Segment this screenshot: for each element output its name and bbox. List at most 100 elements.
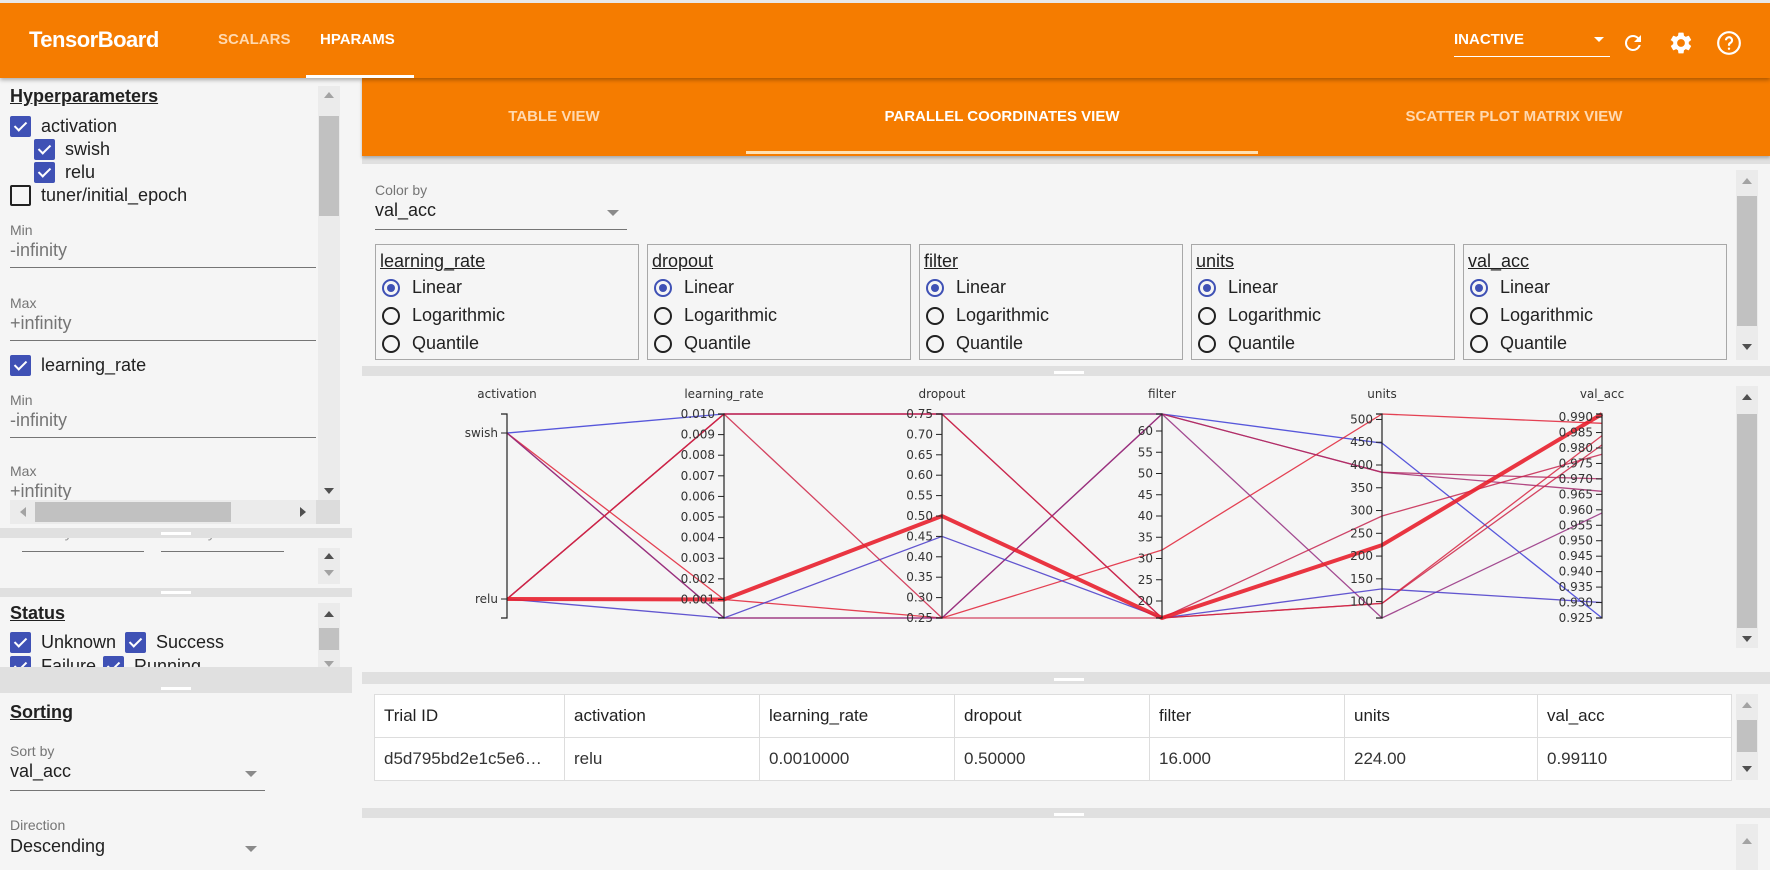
nav-tab-scalars[interactable]: SCALARS bbox=[218, 31, 291, 48]
scroll-down-icon[interactable] bbox=[324, 661, 334, 667]
trial-line[interactable] bbox=[506, 413, 1603, 619]
direction-dropdown[interactable]: Descending bbox=[10, 836, 265, 866]
checkbox-relu[interactable]: relu bbox=[34, 162, 95, 183]
radio-linear[interactable]: Linear bbox=[1198, 277, 1278, 298]
dropout-cell: 0.50000 bbox=[954, 737, 1150, 781]
scrollbar-thumb[interactable] bbox=[1737, 196, 1757, 326]
options-vertical-scrollbar[interactable] bbox=[1736, 170, 1758, 360]
settings-button[interactable] bbox=[1667, 29, 1695, 57]
checkbox-status-success[interactable]: Success bbox=[125, 632, 224, 653]
scroll-down-icon[interactable] bbox=[1742, 344, 1752, 350]
radio-logarithmic[interactable]: Logarithmic bbox=[926, 305, 1049, 326]
lr-min-input[interactable]: -infinity bbox=[10, 410, 316, 438]
column-header[interactable]: filter bbox=[1149, 694, 1345, 738]
scrollbar-thumb[interactable] bbox=[35, 502, 231, 522]
trial-line[interactable] bbox=[506, 413, 1603, 619]
trial-line[interactable] bbox=[506, 413, 1603, 619]
status-vertical-scrollbar[interactable] bbox=[318, 603, 340, 667]
scroll-down-icon[interactable] bbox=[1742, 636, 1752, 642]
column-header[interactable]: val_acc bbox=[1537, 694, 1732, 738]
scroll-up-icon[interactable] bbox=[1742, 394, 1752, 400]
radio-logarithmic[interactable]: Logarithmic bbox=[654, 305, 777, 326]
radio-quantile[interactable]: Quantile bbox=[926, 333, 1023, 354]
axis-dropout[interactable]: dropout 0.75 0.70 0.65 0.60 0.55 0.50 0.45 0.40 0… bbox=[906, 387, 965, 625]
trial-line[interactable] bbox=[506, 535, 1603, 619]
scrollbar-thumb[interactable] bbox=[319, 628, 339, 650]
scroll-down-icon[interactable] bbox=[324, 570, 334, 576]
hyperparameters-horizontal-scrollbar[interactable] bbox=[10, 500, 340, 524]
trial-line[interactable] bbox=[506, 413, 1603, 600]
radio-linear[interactable]: Linear bbox=[926, 277, 1006, 298]
column-header[interactable]: activation bbox=[564, 694, 760, 738]
column-header[interactable]: dropout bbox=[954, 694, 1150, 738]
scrollbar-thumb[interactable] bbox=[1737, 414, 1757, 628]
refresh-button[interactable] bbox=[1619, 29, 1647, 57]
radio-linear[interactable]: Linear bbox=[382, 277, 462, 298]
axis-val-acc[interactable]: val_acc 0.990 0.9850.9800.975 0.9700.965 0.9… bbox=[1559, 387, 1625, 625]
sort-by-dropdown[interactable]: val_acc bbox=[10, 761, 265, 791]
tab-parallel-coordinates-view[interactable]: PARALLEL COORDINATES VIEW bbox=[746, 108, 1258, 125]
table-row[interactable]: d5d795bd2e1c5e6… relu 0.0010000 0.50000 … bbox=[374, 737, 1732, 781]
scroll-left-icon[interactable] bbox=[20, 507, 26, 517]
trial-line[interactable] bbox=[506, 413, 1603, 619]
bottom-vertical-scrollbar[interactable] bbox=[1736, 824, 1758, 870]
checkbox-status-unknown[interactable]: Unknown bbox=[10, 632, 116, 653]
hyperparameters-vertical-scrollbar[interactable] bbox=[318, 86, 340, 502]
splitter-handle[interactable] bbox=[161, 591, 191, 594]
trial-line[interactable] bbox=[506, 413, 1603, 619]
checkbox-status-running[interactable]: Running bbox=[103, 656, 201, 667]
scroll-up-icon[interactable] bbox=[324, 92, 334, 98]
initial-epoch-max-input[interactable]: +infinity bbox=[10, 313, 316, 341]
tab-scatter-plot-matrix-view[interactable]: SCATTER PLOT MATRIX VIEW bbox=[1258, 108, 1770, 125]
column-header[interactable]: units bbox=[1344, 694, 1538, 738]
metrics-vertical-scrollbar[interactable] bbox=[318, 548, 340, 584]
splitter-handle[interactable] bbox=[161, 687, 191, 690]
column-header[interactable]: Trial ID bbox=[374, 694, 565, 738]
radio-quantile[interactable]: Quantile bbox=[382, 333, 479, 354]
metric-min-input[interactable]: -infinity bbox=[22, 538, 144, 552]
trial-line-selected[interactable] bbox=[506, 412, 1604, 621]
checkbox-activation[interactable]: activation bbox=[10, 116, 117, 137]
radio-quantile[interactable]: Quantile bbox=[1198, 333, 1295, 354]
scroll-down-icon[interactable] bbox=[1742, 766, 1752, 772]
splitter-handle[interactable] bbox=[1054, 813, 1084, 816]
trial-line[interactable] bbox=[506, 413, 1603, 619]
scroll-up-icon[interactable] bbox=[1742, 702, 1752, 708]
metric-max-input[interactable]: +infinity bbox=[161, 538, 284, 552]
table-vertical-scrollbar[interactable] bbox=[1736, 694, 1758, 780]
radio-logarithmic[interactable]: Logarithmic bbox=[1198, 305, 1321, 326]
splitter-handle[interactable] bbox=[1054, 371, 1084, 374]
run-status-dropdown[interactable]: INACTIVE bbox=[1454, 31, 1610, 57]
radio-linear[interactable]: Linear bbox=[1470, 277, 1550, 298]
radio-logarithmic[interactable]: Logarithmic bbox=[1470, 305, 1593, 326]
scroll-right-icon[interactable] bbox=[300, 507, 306, 517]
checkbox-learning-rate[interactable]: learning_rate bbox=[10, 355, 146, 376]
scroll-up-icon[interactable] bbox=[324, 611, 334, 617]
column-header[interactable]: learning_rate bbox=[759, 694, 955, 738]
scroll-up-icon[interactable] bbox=[1742, 178, 1752, 184]
axis-units[interactable]: units 500 450 400 350 300 250 200 150 100 bbox=[1350, 387, 1397, 619]
radio-logarithmic[interactable]: Logarithmic bbox=[382, 305, 505, 326]
checkbox-tuner-initial-epoch[interactable]: tuner/initial_epoch bbox=[10, 185, 187, 206]
axis-learning-rate[interactable]: learning_rate 0.010 0.009 0.008 0.007 0.006 0.… bbox=[681, 387, 764, 619]
splitter-handle[interactable] bbox=[1054, 678, 1084, 681]
help-button[interactable] bbox=[1715, 29, 1743, 57]
scroll-up-icon[interactable] bbox=[324, 553, 334, 559]
tab-table-view[interactable]: TABLE VIEW bbox=[362, 108, 746, 125]
radio-linear[interactable]: Linear bbox=[654, 277, 734, 298]
checkbox-swish[interactable]: swish bbox=[34, 139, 110, 160]
parallel-coordinates-chart[interactable]: activation swish relu learning_rate 0.010 0.0… bbox=[362, 376, 1732, 672]
chart-vertical-scrollbar[interactable] bbox=[1736, 386, 1758, 648]
color-by-dropdown[interactable]: val_acc bbox=[375, 200, 627, 230]
scroll-up-icon[interactable] bbox=[1742, 838, 1752, 844]
trial-line[interactable] bbox=[506, 413, 1603, 619]
nav-tab-hparams[interactable]: HPARAMS bbox=[320, 31, 395, 48]
initial-epoch-min-input[interactable]: -infinity bbox=[10, 240, 316, 268]
scrollbar-thumb[interactable] bbox=[319, 116, 339, 216]
radio-quantile[interactable]: Quantile bbox=[654, 333, 751, 354]
checkbox-status-failure[interactable]: Failure bbox=[10, 656, 96, 667]
scrollbar-thumb[interactable] bbox=[1737, 720, 1757, 752]
radio-quantile[interactable]: Quantile bbox=[1470, 333, 1567, 354]
splitter-handle[interactable] bbox=[161, 532, 191, 535]
scroll-down-icon[interactable] bbox=[324, 488, 334, 494]
